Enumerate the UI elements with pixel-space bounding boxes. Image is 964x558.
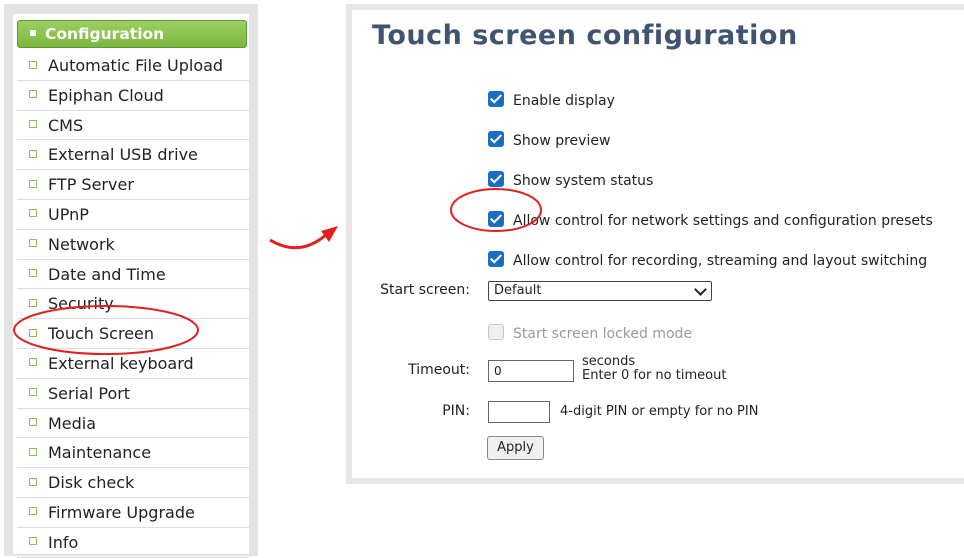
arrow-line (269, 232, 328, 250)
touch-screen-highlight-circle (13, 305, 199, 355)
annotation-overlay (13, 188, 542, 355)
checkbox-highlight-circle (450, 188, 542, 232)
arrow-head-icon (321, 226, 338, 242)
